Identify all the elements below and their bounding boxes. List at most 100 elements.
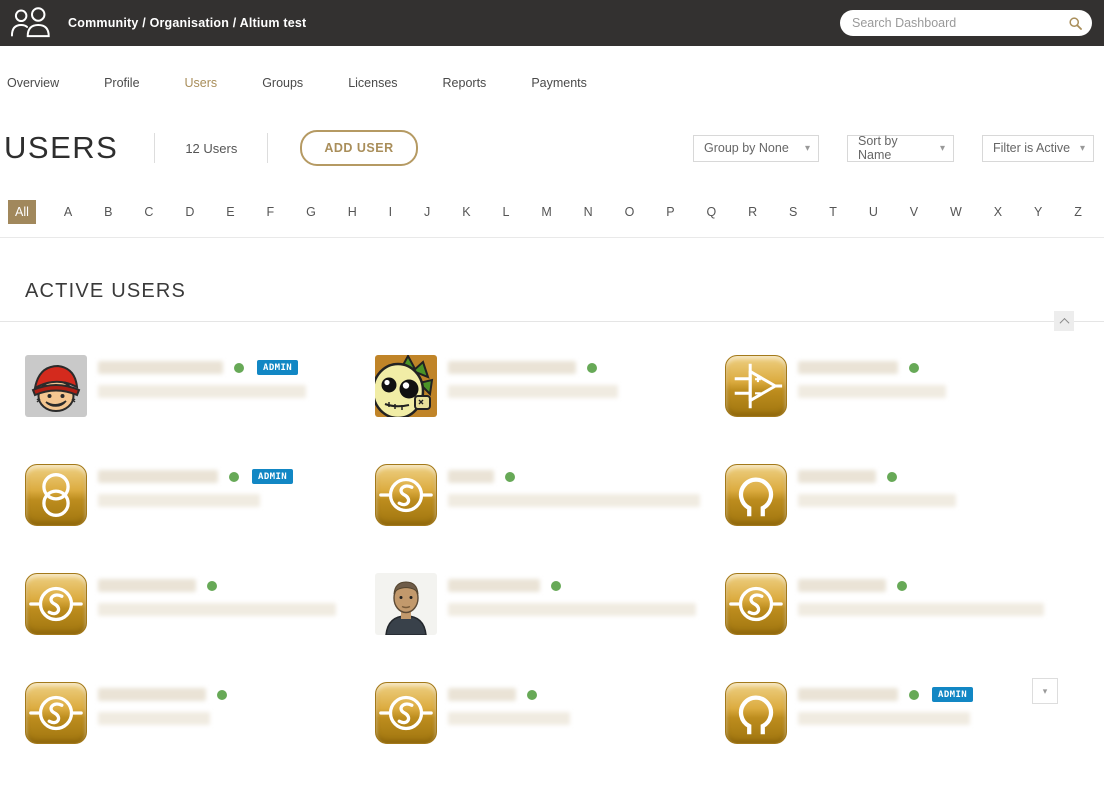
alphabet-filter-b[interactable]: B <box>98 200 118 224</box>
alphabet-filter-k[interactable]: K <box>456 200 476 224</box>
alphabet-filter-g[interactable]: G <box>300 200 322 224</box>
alphabet-filter-z[interactable]: Z <box>1068 200 1088 224</box>
add-user-button[interactable]: ADD USER <box>300 130 418 166</box>
alphabet-filter-w[interactable]: W <box>944 200 968 224</box>
group-by-dropdown[interactable]: Group by None ▾ <box>693 134 819 162</box>
active-users-section-header: ACTIVE USERS <box>0 280 1104 331</box>
user-name-redacted <box>98 579 196 592</box>
user-card[interactable]: ▾ <box>725 464 1104 526</box>
ac-source-avatar <box>375 464 437 526</box>
user-card[interactable]: ▾ <box>25 682 375 744</box>
chevron-up-icon <box>1059 317 1069 328</box>
nav-tab-payments[interactable]: Payments <box>531 76 587 90</box>
users-toolbar: USERS 12 Users ADD USER Group by None ▾ … <box>0 114 1104 166</box>
online-status-dot <box>909 362 919 373</box>
online-status-dot <box>897 580 907 591</box>
alphabet-filter-y[interactable]: Y <box>1028 200 1048 224</box>
online-status-dot <box>587 362 597 373</box>
ac-source-avatar <box>375 682 437 744</box>
user-name-redacted <box>98 470 218 483</box>
user-card[interactable]: ▾ <box>375 682 725 744</box>
user-name-redacted <box>98 361 223 374</box>
user-card[interactable]: ADMIN ▾ <box>25 464 375 526</box>
user-info: ADMIN <box>98 464 375 526</box>
alphabet-filter-a[interactable]: A <box>58 200 78 224</box>
collapse-section-button[interactable] <box>1054 311 1074 331</box>
user-card[interactable]: ▾ <box>375 355 725 417</box>
nav-tab-licenses[interactable]: Licenses <box>348 76 397 90</box>
user-card[interactable]: ▾ <box>25 573 375 635</box>
user-name-redacted <box>448 688 516 701</box>
user-card[interactable]: ▾ <box>375 464 725 526</box>
online-status-dot <box>229 471 239 482</box>
alphabet-filter-n[interactable]: N <box>578 200 599 224</box>
omega-avatar <box>725 682 787 744</box>
alphabet-filter-t[interactable]: T <box>823 200 843 224</box>
alphabet-filter-p[interactable]: P <box>660 200 680 224</box>
user-card[interactable]: ▾ <box>375 573 725 635</box>
chevron-down-icon: ▾ <box>804 142 810 154</box>
ac-source-avatar <box>725 573 787 635</box>
ac-source-avatar <box>25 573 87 635</box>
filter-dropdown[interactable]: Filter is Active ▾ <box>982 134 1094 162</box>
opamp-avatar <box>725 355 787 417</box>
online-status-dot <box>909 689 919 700</box>
alphabet-filter-d[interactable]: D <box>179 200 200 224</box>
top-bar: Community / Organisation / Altium test <box>0 0 1104 46</box>
alphabet-filter-j[interactable]: J <box>418 200 436 224</box>
alphabet-filter-x[interactable]: X <box>988 200 1008 224</box>
search-input[interactable] <box>852 16 1068 30</box>
alphabet-filter-l[interactable]: L <box>496 200 515 224</box>
nav-tab-overview[interactable]: Overview <box>7 76 59 90</box>
circles-avatar <box>25 464 87 526</box>
user-info: ADMIN <box>98 355 375 417</box>
alphabet-filter-v[interactable]: V <box>904 200 924 224</box>
alphabet-filter-f[interactable]: F <box>261 200 281 224</box>
ac-source-avatar <box>25 682 87 744</box>
alphabet-filter-o[interactable]: O <box>619 200 641 224</box>
user-info <box>448 682 725 744</box>
dragon-avatar <box>375 355 437 417</box>
nav-tabs: Overview Profile Users Groups Licenses Report… <box>0 46 1104 114</box>
user-card[interactable]: ADMIN ▾ <box>25 355 375 417</box>
user-info <box>448 464 725 526</box>
admin-badge: ADMIN <box>257 360 299 375</box>
omega-avatar <box>725 464 787 526</box>
user-email-redacted <box>98 385 306 398</box>
divider <box>154 133 156 163</box>
user-email-redacted <box>98 712 210 725</box>
alphabet-filter-h[interactable]: H <box>342 200 363 224</box>
nav-tab-groups[interactable]: Groups <box>262 76 303 90</box>
alphabet-filter-all[interactable]: All <box>8 200 36 224</box>
user-card[interactable]: ▾ <box>725 355 1104 417</box>
alphabet-filter-c[interactable]: C <box>138 200 159 224</box>
search-box <box>840 10 1092 36</box>
alphabet-filter-r[interactable]: R <box>742 200 763 224</box>
nav-tab-users[interactable]: Users <box>185 76 218 90</box>
user-card[interactable]: ▾ <box>725 573 1104 635</box>
page-title: USERS <box>4 130 119 165</box>
user-email-redacted <box>98 494 260 507</box>
alphabet-filter-e[interactable]: E <box>220 200 240 224</box>
user-email-redacted <box>448 385 618 398</box>
user-card[interactable]: ADMIN ▾ <box>725 678 1104 744</box>
search-icon[interactable] <box>1068 16 1083 31</box>
nav-tab-profile[interactable]: Profile <box>104 76 139 90</box>
alphabet-filter-u[interactable]: U <box>863 200 884 224</box>
user-email-redacted <box>448 494 700 507</box>
nav-tab-reports[interactable]: Reports <box>443 76 487 90</box>
breadcrumb[interactable]: Community / Organisation / Altium test <box>68 16 306 30</box>
user-info <box>448 355 725 417</box>
admin-badge: ADMIN <box>252 469 294 484</box>
sort-by-dropdown[interactable]: Sort by Name ▾ <box>847 134 954 162</box>
community-people-icon[interactable] <box>10 5 52 41</box>
alphabet-filter-i[interactable]: I <box>383 200 398 224</box>
admin-badge: ADMIN <box>932 687 974 702</box>
alphabet-filter-m[interactable]: M <box>535 200 557 224</box>
user-actions-dropdown[interactable]: ▾ <box>1032 678 1058 704</box>
alphabet-filter-q[interactable]: Q <box>700 200 722 224</box>
alphabet-filter-s[interactable]: S <box>783 200 803 224</box>
user-email-redacted <box>448 712 570 725</box>
user-email-redacted <box>798 712 970 725</box>
user-info <box>798 355 1104 417</box>
